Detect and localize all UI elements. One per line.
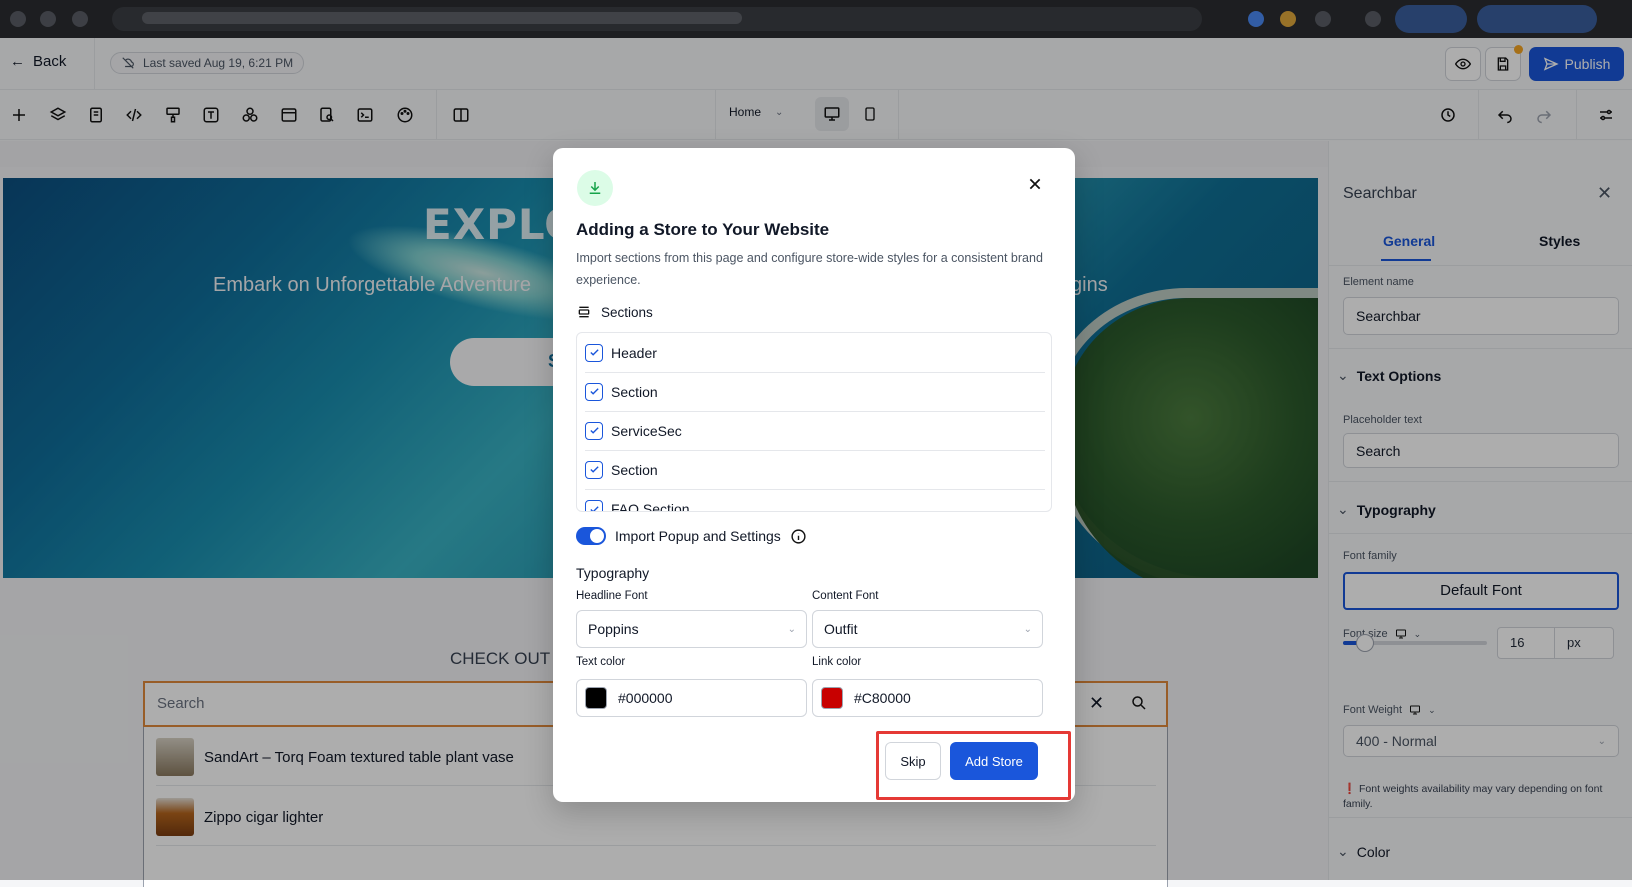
chevron-down-icon: ⌄ — [787, 623, 796, 635]
checkbox[interactable] — [585, 421, 603, 440]
content-font-value: Outfit — [824, 621, 858, 637]
section-label: ServiceSec — [611, 422, 682, 439]
check-icon — [589, 505, 599, 511]
text-color-swatch[interactable] — [585, 687, 607, 709]
text-color-value: #000000 — [618, 690, 673, 706]
sections-label: Sections — [601, 304, 653, 320]
section-label: Section — [611, 383, 658, 400]
link-color-input[interactable]: #C80000 — [812, 679, 1043, 717]
sections-list[interactable]: Header Section ServiceSec Section FAQ Se… — [576, 332, 1052, 512]
content-font-select[interactable]: Outfit ⌄ — [812, 610, 1043, 648]
info-icon[interactable] — [790, 528, 807, 545]
text-color-input[interactable]: #000000 — [576, 679, 807, 717]
section-checkbox-row[interactable]: FAQ Section — [585, 489, 1045, 512]
download-icon — [577, 170, 613, 206]
import-popup-toggle[interactable] — [576, 527, 606, 545]
dialog-title: Adding a Store to Your Website — [576, 220, 830, 239]
section-label: Section — [611, 461, 658, 478]
section-label: FAQ Section — [611, 501, 690, 512]
add-store-dialog: Adding a Store to Your Website Import se… — [553, 148, 1075, 802]
checkbox[interactable] — [585, 500, 603, 511]
text-color-label: Text color — [576, 656, 626, 668]
link-color-label: Link color — [812, 656, 862, 668]
close-dialog-button[interactable] — [1021, 170, 1049, 198]
checkbox[interactable] — [585, 343, 603, 362]
headline-font-value: Poppins — [588, 621, 639, 637]
section-checkbox-row[interactable]: ServiceSec — [585, 411, 1045, 451]
dialog-description: Import sections from this page and confi… — [576, 251, 1043, 287]
import-popup-label: Import Popup and Settings — [615, 528, 781, 544]
highlight-box — [876, 731, 1071, 800]
section-checkbox-row[interactable]: Section — [585, 450, 1045, 490]
headline-font-select[interactable]: Poppins ⌄ — [576, 610, 807, 648]
check-icon — [589, 388, 599, 395]
checkbox[interactable] — [585, 460, 603, 479]
check-icon — [589, 427, 599, 434]
sections-icon — [578, 306, 590, 318]
section-label: Header — [611, 344, 657, 361]
close-icon — [1029, 178, 1041, 190]
checkbox[interactable] — [585, 382, 603, 401]
content-font-label: Content Font — [812, 590, 879, 602]
section-checkbox-row[interactable]: Section — [585, 372, 1045, 412]
sections-heading: Sections — [576, 304, 653, 320]
section-checkbox-row[interactable]: Header — [585, 333, 1045, 373]
link-color-swatch[interactable] — [821, 687, 843, 709]
link-color-value: #C80000 — [854, 690, 911, 706]
check-icon — [589, 466, 599, 473]
check-icon — [589, 349, 599, 356]
typography-heading: Typography — [576, 565, 650, 581]
chevron-down-icon: ⌄ — [1023, 623, 1032, 635]
import-popup-row: Import Popup and Settings — [576, 527, 807, 545]
headline-font-label: Headline Font — [576, 590, 648, 602]
